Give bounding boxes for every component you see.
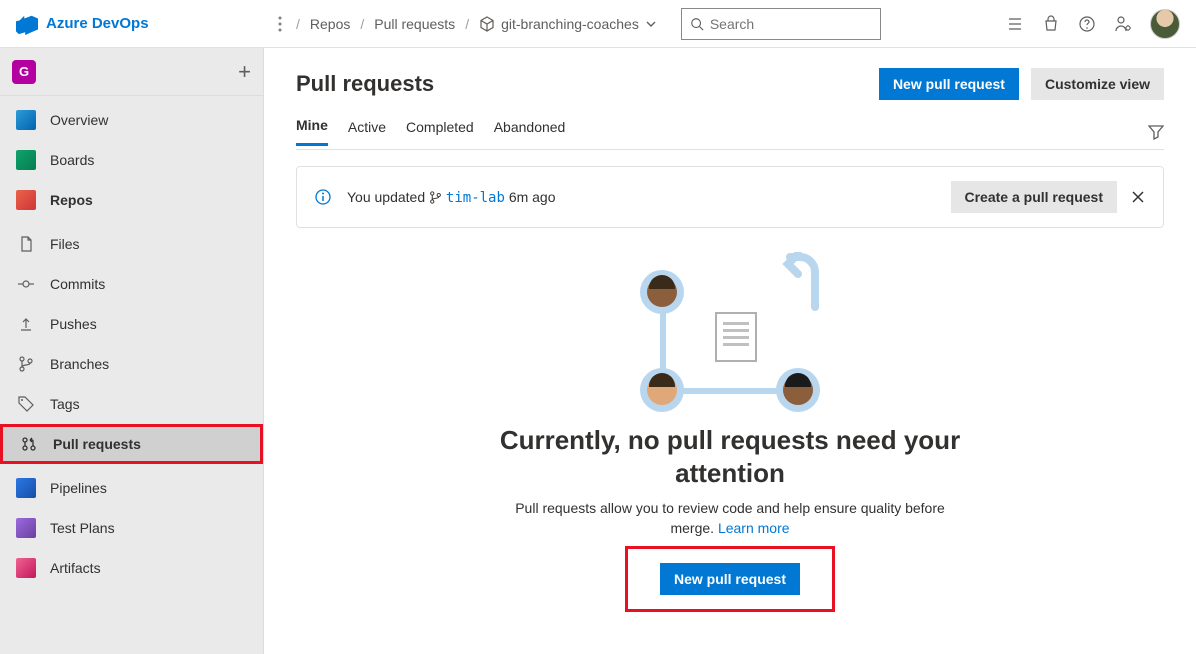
new-pull-request-button[interactable]: New pull request xyxy=(879,68,1019,100)
branch-icon xyxy=(429,191,442,204)
sidebar-item-label: Tags xyxy=(50,396,80,412)
sidebar: G + Overview Boards Repos Files xyxy=(0,48,264,654)
files-icon xyxy=(16,234,36,254)
nav: Overview Boards Repos xyxy=(0,96,263,220)
page-title: Pull requests xyxy=(296,71,434,97)
tab-active[interactable]: Active xyxy=(348,119,386,145)
sidebar-item-boards[interactable]: Boards xyxy=(0,140,263,180)
user-settings-icon[interactable] xyxy=(1114,15,1132,33)
branches-icon xyxy=(16,354,36,374)
repo-selector[interactable]: git-branching-coaches xyxy=(479,16,657,32)
page-head: Pull requests New pull request Customize… xyxy=(296,68,1164,100)
breadcrumb-repos[interactable]: Repos xyxy=(310,16,350,32)
new-pull-request-cta-button[interactable]: New pull request xyxy=(660,563,800,595)
project-badge[interactable]: G xyxy=(12,60,36,84)
breadcrumb-separator: / xyxy=(465,16,469,32)
close-icon[interactable] xyxy=(1131,190,1145,204)
sidebar-item-files[interactable]: Files xyxy=(0,224,263,264)
more-menu-icon[interactable] xyxy=(272,16,288,32)
sidebar-item-label: Files xyxy=(50,236,80,252)
breadcrumb-separator: / xyxy=(296,16,300,32)
marketplace-icon[interactable] xyxy=(1042,15,1060,33)
notice-branch-link[interactable]: tim-lab xyxy=(446,190,505,206)
sidebar-item-tags[interactable]: Tags xyxy=(0,384,263,424)
chevron-down-icon xyxy=(645,18,657,30)
avatar[interactable] xyxy=(1150,9,1180,39)
brand-area[interactable]: Azure DevOps xyxy=(16,13,264,35)
repo-icon xyxy=(479,16,495,32)
breadcrumb-separator: / xyxy=(360,16,364,32)
sidebar-item-label: Overview xyxy=(50,112,108,128)
artifacts-icon xyxy=(16,558,36,578)
create-pull-request-button[interactable]: Create a pull request xyxy=(951,181,1118,213)
head-actions: New pull request Customize view xyxy=(879,68,1164,100)
sidebar-item-label: Commits xyxy=(50,276,105,292)
sidebar-item-label: Pull requests xyxy=(53,436,141,452)
empty-headline: Currently, no pull requests need your at… xyxy=(490,424,970,489)
search-input[interactable] xyxy=(681,8,881,40)
repo-selector-label: git-branching-coaches xyxy=(501,16,639,32)
sidebar-item-overview[interactable]: Overview xyxy=(0,100,263,140)
sidebar-item-artifacts[interactable]: Artifacts xyxy=(0,548,263,588)
nav-bottom: Pipelines Test Plans Artifacts xyxy=(0,464,263,588)
nav-repos-sub: Files Commits Pushes Branches Tags Pull … xyxy=(0,220,263,464)
pullrequests-icon xyxy=(19,434,39,454)
sidebar-item-commits[interactable]: Commits xyxy=(0,264,263,304)
customize-view-button[interactable]: Customize view xyxy=(1031,68,1164,100)
breadcrumb: / Repos / Pull requests / git-branching-… xyxy=(296,16,657,32)
tab-mine[interactable]: Mine xyxy=(296,117,328,146)
sidebar-item-label: Repos xyxy=(50,192,93,208)
sidebar-item-label: Pushes xyxy=(50,316,97,332)
pushes-icon xyxy=(16,314,36,334)
commits-icon xyxy=(16,274,36,294)
update-notice: You updated tim-lab 6m ago Create a pull… xyxy=(296,166,1164,228)
repos-icon xyxy=(16,190,36,210)
main-content: Pull requests New pull request Customize… xyxy=(264,48,1196,654)
sidebar-item-label: Branches xyxy=(50,356,109,372)
sidebar-item-label: Pipelines xyxy=(50,480,107,496)
sidebar-item-pushes[interactable]: Pushes xyxy=(0,304,263,344)
sidebar-item-label: Artifacts xyxy=(50,560,101,576)
testplans-icon xyxy=(16,518,36,538)
info-icon xyxy=(315,189,331,205)
project-row: G + xyxy=(0,48,263,96)
tab-abandoned[interactable]: Abandoned xyxy=(494,119,566,145)
breadcrumb-pullrequests[interactable]: Pull requests xyxy=(374,16,455,32)
tab-completed[interactable]: Completed xyxy=(406,119,474,145)
overview-icon xyxy=(16,110,36,130)
sidebar-item-pullrequests[interactable]: Pull requests xyxy=(0,424,263,464)
empty-cta-highlight: New pull request xyxy=(625,546,835,612)
tabs: Mine Active Completed Abandoned xyxy=(296,114,1164,150)
sidebar-item-label: Boards xyxy=(50,152,94,168)
empty-illustration xyxy=(630,252,830,412)
notice-text: You updated tim-lab 6m ago xyxy=(347,189,556,206)
pipelines-icon xyxy=(16,478,36,498)
sidebar-item-pipelines[interactable]: Pipelines xyxy=(0,468,263,508)
boards-icon xyxy=(16,150,36,170)
learn-more-link[interactable]: Learn more xyxy=(718,520,790,536)
notice-prefix: You updated xyxy=(347,189,429,205)
list-icon[interactable] xyxy=(1006,15,1024,33)
sidebar-item-repos[interactable]: Repos xyxy=(0,180,263,220)
empty-state: Currently, no pull requests need your at… xyxy=(296,252,1164,612)
azure-devops-logo-icon xyxy=(16,13,38,35)
sidebar-item-label: Test Plans xyxy=(50,520,115,536)
filter-icon[interactable] xyxy=(1148,124,1164,140)
add-icon[interactable]: + xyxy=(238,59,251,85)
topbar: Azure DevOps / Repos / Pull requests / g… xyxy=(0,0,1196,48)
search-icon xyxy=(690,17,704,31)
notice-time: 6m ago xyxy=(509,189,556,205)
help-icon[interactable] xyxy=(1078,15,1096,33)
brand-text: Azure DevOps xyxy=(46,15,149,32)
sidebar-item-testplans[interactable]: Test Plans xyxy=(0,508,263,548)
notice-actions: Create a pull request xyxy=(951,181,1146,213)
top-actions xyxy=(1006,9,1180,39)
sidebar-item-branches[interactable]: Branches xyxy=(0,344,263,384)
search-field[interactable] xyxy=(710,16,872,32)
empty-body: Pull requests allow you to review code a… xyxy=(500,499,960,538)
tags-icon xyxy=(16,394,36,414)
